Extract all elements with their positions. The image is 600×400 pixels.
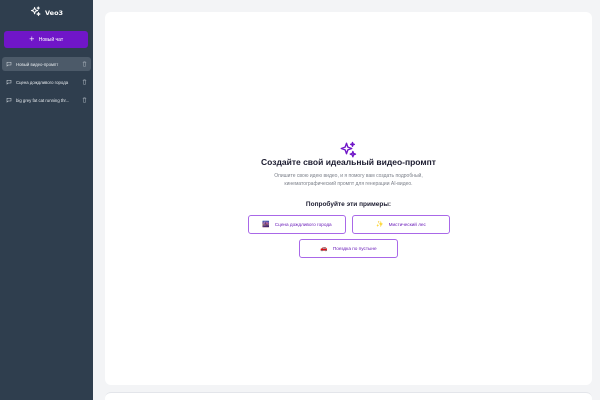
chat-title: big grey fat cat running thr... (16, 97, 70, 103)
sidebar: Veo3 + Новый чат Новый видео-промпт Сцен… (0, 0, 93, 400)
trash-icon[interactable] (82, 79, 87, 85)
chat-item[interactable]: big grey fat cat running thr... (2, 93, 91, 107)
brand: Veo3 (30, 4, 64, 22)
examples-title: Попробуйте эти примеры: (305, 201, 392, 208)
trash-icon[interactable] (82, 61, 87, 67)
plus-icon: + (28, 35, 35, 43)
chat-item[interactable]: Сцена дождливого города (2, 75, 91, 89)
new-chat-button[interactable]: + Новый чат (4, 31, 88, 48)
city-icon: 🌆 (262, 220, 270, 228)
example-button-rainy-city[interactable]: 🌆 Сцена дождливого города (248, 215, 346, 234)
new-chat-label: Новый чат (38, 36, 64, 43)
example-label: Мистический лес (388, 222, 426, 227)
page-title: Создайте свой идеальный видео-промпт (261, 157, 436, 167)
chat-bubble-icon (6, 61, 12, 67)
chat-bubble-icon (6, 79, 12, 85)
sparkles-icon: ✨ (376, 220, 384, 228)
example-label: Сцена дождливого города (274, 222, 332, 227)
car-icon: 🚗 (320, 244, 328, 252)
description-line-2: кинематографический промпт для генерации… (284, 181, 413, 187)
chat-bubble-icon (6, 97, 12, 103)
sparkle-logo-icon (30, 4, 41, 22)
chat-title: Новый видео-промпт (16, 61, 59, 67)
example-button-mystic-forest[interactable]: ✨ Мистический лес (352, 215, 450, 234)
example-button-desert-trip[interactable]: 🚗 Поездка по пустыне (299, 239, 398, 258)
chat-title: Сцена дождливого города (16, 79, 69, 85)
example-label: Поездка по пустыне (332, 246, 377, 251)
description-line-1: Опишите свою идею видео, и я помогу вам … (274, 173, 423, 179)
message-input-area[interactable] (105, 392, 592, 400)
main-panel (105, 12, 592, 385)
app-name: Veo3 (45, 9, 64, 17)
chat-item[interactable]: Новый видео-промпт (2, 57, 91, 71)
trash-icon[interactable] (82, 97, 87, 103)
